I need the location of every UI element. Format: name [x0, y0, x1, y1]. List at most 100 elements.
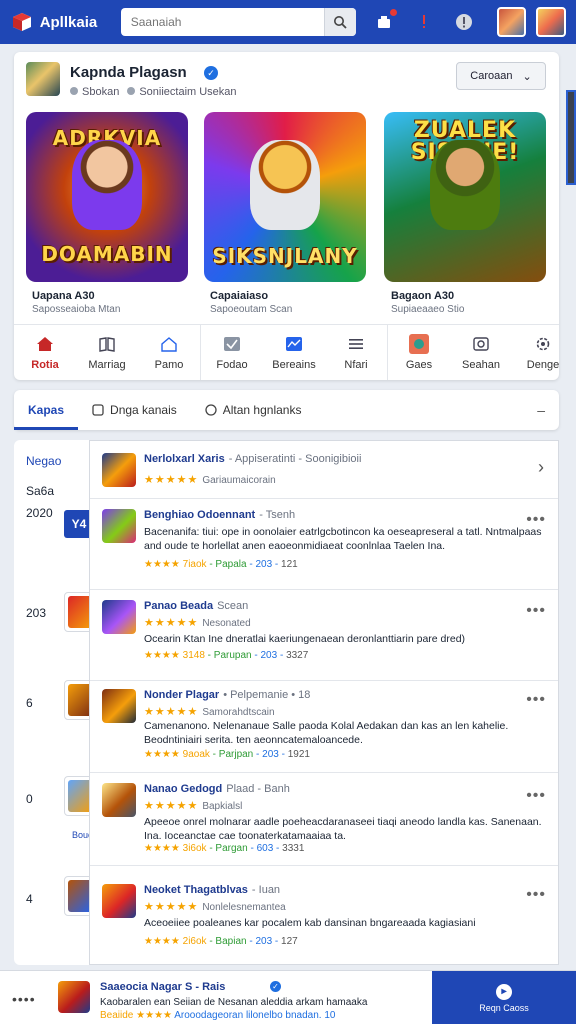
item-title[interactable]: Benghiao Odoennant - Tsenh — [144, 509, 295, 521]
item-description: Aceoeiiee poaleanes kar pocalem kab dans… — [144, 917, 476, 929]
chevron-right-icon[interactable]: › — [538, 457, 544, 478]
more-options-icon[interactable]: ••• — [526, 691, 546, 709]
category-item[interactable]: Nfari — [325, 325, 387, 380]
search-input[interactable] — [120, 8, 324, 36]
developer-name[interactable]: Kapnda Plagasn — [70, 64, 187, 81]
collapse-button[interactable]: – — [537, 402, 545, 418]
list-item[interactable]: Nerlolxarl Xaris - Appiseratinti - Soonig… — [90, 441, 558, 499]
profile-avatar[interactable] — [536, 7, 566, 37]
rail-label[interactable]: Negao — [26, 454, 61, 468]
category-label: Fodao — [216, 358, 248, 371]
item-thumbnail — [102, 453, 136, 487]
game-tile[interactable]: SIKSNJLANY — [204, 112, 366, 282]
chevron-down-icon: ⌄ — [522, 70, 532, 83]
item-meta: ★★★★ 2i6ok - Bapian - 203 - 127 — [144, 936, 298, 947]
category-label: Gaes — [405, 358, 433, 371]
category-item[interactable]: Denge — [512, 325, 574, 380]
item-title[interactable]: Nerlolxarl Xaris - Appiseratinti - Soonig… — [144, 453, 361, 465]
item-meta: ★★★★ 7iaok - Papala - 203 - 121 — [144, 559, 298, 570]
item-description: Camenanono. Nelenanaue Salle paoda Kolal… — [144, 720, 509, 746]
item-title[interactable]: Nonder Plagar • Pelpemanie • 18 — [144, 689, 310, 701]
game-label[interactable]: Uapana A30 — [32, 290, 95, 302]
info-icon — [455, 14, 472, 30]
list-item[interactable]: Nanao Gedogd Plaad - Banh ★★★★★ Bapkialsl … — [90, 773, 558, 866]
meta-item: Sbokan — [70, 86, 119, 98]
game-sublabel: Saposseaioba Mtan — [32, 304, 121, 315]
developer-meta: Sbokan Soniiectaim Usekan — [70, 86, 237, 98]
game-label[interactable]: Capaiaiaso — [210, 290, 268, 302]
tab-dnga[interactable]: Dnga kanais — [78, 390, 191, 430]
category-label: Pamo — [154, 358, 184, 371]
play-icon: ▸ — [496, 983, 512, 1000]
rail-number: 6 — [26, 696, 33, 710]
item-description: Bacenanifa: tiui: ope in oonolaier eatrl… — [144, 526, 542, 552]
rail-number: 4 — [26, 892, 33, 906]
category-label: Marriag — [88, 358, 126, 371]
game-character-art — [72, 140, 142, 230]
info-button[interactable] — [453, 11, 475, 33]
verified-icon: ✓ — [204, 66, 218, 80]
category-item[interactable]: Bereains — [263, 325, 325, 380]
rail-number: 0 — [26, 792, 33, 806]
item-description: Apeeoe onrel molnarar aadle poeheacdaran… — [144, 816, 542, 842]
category-item[interactable]: Fodao — [201, 325, 263, 380]
bottom-action-button[interactable]: ▸ Reqn Caoss — [432, 971, 576, 1024]
search-button[interactable] — [323, 8, 356, 36]
category-label: Bereains — [272, 358, 316, 371]
list-item[interactable]: Neoket Thagatblvas - Iuan ★★★★★ Nonlelesne… — [90, 866, 558, 964]
game-label[interactable]: Bagaon A30 — [391, 290, 454, 302]
list-item[interactable]: Panao Beada Scean ★★★★★ Nesonated Ocearin … — [90, 590, 558, 681]
category-label: Rotia — [31, 358, 59, 371]
category-group: Gaes Seahan Denge — [388, 325, 574, 380]
game-tile[interactable]: ADRKVIA DOAMABIN — [26, 112, 188, 282]
dot-icon — [70, 87, 78, 95]
item-meta: ★★★★ 9aoak - Parjpan - 203 - 1921 — [144, 749, 310, 760]
bell-icon — [378, 16, 391, 28]
category-item[interactable]: Marriag — [76, 325, 138, 380]
developer-card: Kapnda Plagasn ✓ Sbokan Soniiectaim Usek… — [14, 52, 559, 380]
menu-icon — [346, 335, 366, 353]
search-icon — [334, 16, 347, 29]
user-avatar[interactable] — [496, 7, 527, 37]
more-options-icon[interactable]: ••• — [526, 602, 546, 620]
dot-icon — [127, 87, 136, 95]
tab-altan[interactable]: Altan hgnlanks — [191, 390, 316, 430]
item-thumbnail — [102, 884, 136, 918]
item-meta: ★★★★ 3i6ok - Pargan - 603 - 3331 — [144, 843, 305, 854]
tab-label: Altan hgnlanks — [222, 403, 302, 417]
list-item[interactable]: Nonder Plagar • Pelpemanie • 18 ★★★★★ Samo… — [90, 681, 558, 773]
item-meta: ★★★★ 3148 - Parupan - 203 - 3327 — [144, 650, 309, 661]
more-options-icon[interactable]: ••• — [526, 511, 546, 529]
category-item[interactable]: Pamo — [138, 325, 200, 380]
alert-button[interactable] — [413, 11, 435, 33]
notifications-button[interactable] — [374, 9, 398, 33]
app-name[interactable]: Apllkaia — [40, 14, 109, 31]
more-options-icon[interactable]: •••• — [12, 991, 36, 1007]
game-feed: Nerlolxarl Xaris - Appiseratinti - Soonig… — [89, 440, 559, 965]
game-character-art — [250, 140, 320, 230]
category-item[interactable]: Gaes — [388, 325, 450, 380]
notification-badge — [390, 9, 398, 16]
item-thumbnail — [102, 783, 136, 817]
list-item[interactable]: Benghiao Odoennant - Tsenh Bacenanifa: ti… — [90, 499, 558, 590]
bottom-title[interactable]: Saaeocia Nagar S - Rais — [100, 981, 225, 993]
feed-tabs: Kapas Dnga kanais Altan hgnlanks – — [14, 390, 559, 430]
item-title[interactable]: Nanao Gedogd Plaad - Banh — [144, 783, 290, 795]
tab-kapas[interactable]: Kapas — [14, 390, 79, 430]
more-options-icon[interactable]: ••• — [526, 787, 546, 805]
developer-avatar[interactable] — [26, 62, 60, 96]
follow-dropdown[interactable]: Caroaan ⌄ — [456, 62, 546, 90]
item-title[interactable]: Neoket Thagatblvas - Iuan — [144, 884, 280, 896]
item-title[interactable]: Panao Beada Scean — [144, 600, 248, 612]
square-icon — [92, 404, 104, 416]
category-home[interactable]: Rotia — [14, 325, 76, 380]
category-item[interactable]: Seahan — [450, 325, 512, 380]
more-options-icon[interactable]: ••• — [526, 886, 546, 904]
bottom-thumbnail[interactable] — [58, 981, 90, 1013]
game-tile[interactable]: ZUALEK SISDNE! — [384, 112, 546, 282]
side-panel-edge[interactable] — [566, 90, 576, 185]
verified-icon: ✓ — [270, 981, 281, 992]
photo-icon — [471, 335, 491, 353]
app-logo-icon[interactable] — [10, 10, 34, 34]
rating-stars: ★★★★★ Nonlelesnemantea — [144, 901, 286, 913]
